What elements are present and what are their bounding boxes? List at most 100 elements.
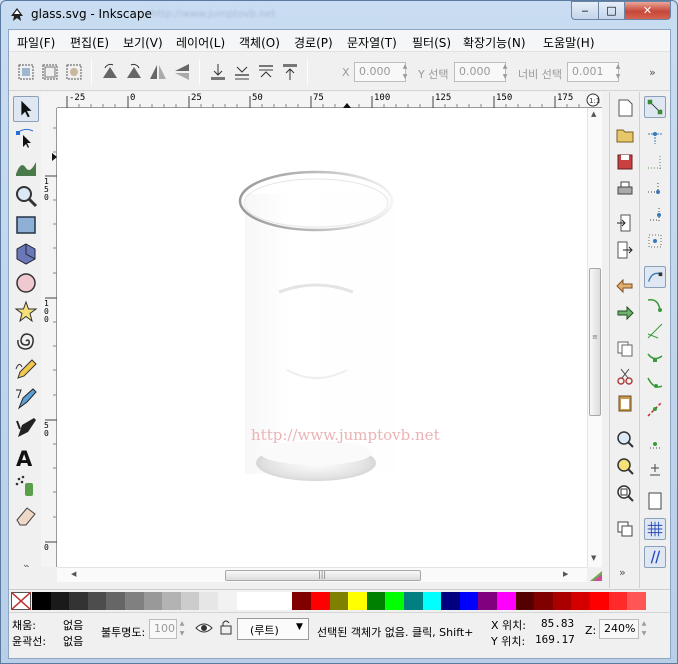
spiral-tool-icon[interactable]	[13, 328, 39, 354]
import-icon[interactable]	[615, 213, 635, 233]
selector-tool-icon[interactable]	[13, 96, 39, 122]
opacity-input[interactable]: 100	[149, 619, 177, 639]
color-swatch[interactable]	[218, 592, 237, 610]
rectangle-tool-icon[interactable]	[13, 212, 39, 238]
x-field-input[interactable]: 0.000	[354, 62, 406, 82]
menu-path[interactable]: 경로(P)	[294, 34, 333, 51]
color-swatch[interactable]	[385, 592, 405, 610]
save-icon[interactable]	[615, 152, 635, 172]
ellipse-tool-icon[interactable]	[13, 270, 39, 296]
deselect-icon[interactable]	[63, 61, 85, 83]
redo-icon[interactable]	[615, 303, 635, 323]
y-field-input[interactable]: 0.000	[454, 62, 506, 82]
undo-icon[interactable]	[615, 276, 635, 296]
width-spin-arrows[interactable]: ▲ ▼	[613, 62, 623, 82]
cut-icon[interactable]	[615, 366, 635, 386]
flip-vertical-icon[interactable]	[171, 61, 193, 83]
color-swatch[interactable]	[69, 592, 89, 610]
color-swatch[interactable]	[292, 592, 312, 610]
color-swatch[interactable]	[50, 592, 70, 610]
color-swatch[interactable]	[143, 592, 163, 610]
raise-to-top-icon[interactable]	[279, 61, 301, 83]
snap-midpoints-icon[interactable]	[644, 398, 666, 420]
color-swatch[interactable]	[478, 592, 498, 610]
eraser-tool-icon[interactable]	[13, 502, 39, 528]
no-paint-swatch-icon[interactable]	[11, 592, 31, 610]
scroll-up-arrow-icon[interactable]: ▲	[591, 110, 596, 118]
select-all-icon[interactable]	[15, 61, 37, 83]
color-swatch[interactable]	[273, 592, 293, 610]
close-button[interactable]: ✕	[624, 1, 671, 20]
snap-cusp-nodes-icon[interactable]	[644, 346, 666, 368]
pen-tool-icon[interactable]	[13, 386, 39, 412]
snap-bbox-center-icon[interactable]	[644, 230, 666, 252]
print-icon[interactable]	[615, 179, 635, 199]
spray-tool-icon[interactable]	[13, 473, 39, 499]
color-swatch[interactable]	[125, 592, 144, 610]
snap-nodes-icon[interactable]	[644, 266, 666, 288]
snap-rotation-center-icon[interactable]	[644, 458, 666, 480]
snap-bbox-corner-icon[interactable]	[644, 178, 666, 200]
snap-grids-icon[interactable]	[644, 518, 666, 540]
x-spin-arrows[interactable]: ▲ ▼	[400, 62, 410, 82]
color-swatch[interactable]	[106, 592, 126, 610]
export-icon[interactable]	[615, 240, 635, 260]
color-swatch[interactable]	[311, 592, 330, 610]
new-document-icon[interactable]	[615, 98, 635, 118]
snap-bbox-icon[interactable]	[644, 126, 666, 148]
horizontal-scroll-thumb[interactable]: |||	[225, 570, 421, 581]
title-bar[interactable]: glass.svg - Inkscape http://www.jumptovb…	[1, 1, 677, 29]
color-swatch[interactable]	[404, 592, 423, 610]
rotate-ccw-icon[interactable]	[99, 61, 121, 83]
snap-paths-icon[interactable]	[644, 294, 666, 316]
color-swatch[interactable]	[552, 592, 572, 610]
open-folder-icon[interactable]	[615, 125, 635, 145]
horizontal-scrollbar[interactable]: ◀ ||| ▶	[57, 567, 587, 582]
snap-intersections-icon[interactable]	[644, 320, 666, 342]
zoom-drawing-icon[interactable]	[615, 456, 635, 476]
menu-view[interactable]: 보기(V)	[123, 34, 163, 51]
color-swatch[interactable]	[515, 592, 535, 610]
color-swatch[interactable]	[87, 592, 107, 610]
maximize-button[interactable]: □	[598, 1, 625, 20]
color-swatch[interactable]	[255, 592, 275, 610]
toolbar-overflow-button[interactable]: »	[649, 66, 656, 79]
color-swatch[interactable]	[534, 592, 554, 610]
color-swatch[interactable]	[348, 592, 368, 610]
color-swatch[interactable]	[441, 592, 461, 610]
fill-value[interactable]: 없음	[63, 617, 83, 633]
menu-layer[interactable]: 레이어(L)	[176, 34, 225, 51]
snap-object-center-icon[interactable]	[644, 432, 666, 454]
raise-icon[interactable]	[255, 61, 277, 83]
color-swatch[interactable]	[422, 592, 442, 610]
snap-bbox-edge-icon[interactable]	[644, 152, 666, 174]
vertical-scrollbar[interactable]: ▲ ≡ ▼	[587, 108, 602, 567]
select-all-layers-icon[interactable]	[39, 61, 61, 83]
menu-object[interactable]: 객체(O)	[239, 34, 280, 51]
pencil-tool-icon[interactable]	[13, 357, 39, 383]
tweak-tool-icon[interactable]	[13, 154, 39, 180]
snap-bbox-midpoint-icon[interactable]	[644, 204, 666, 226]
zoom-spin-arrows[interactable]: ▲ ▼	[639, 619, 649, 639]
snap-toggle-icon[interactable]	[644, 96, 666, 118]
zoom-tool-icon[interactable]	[13, 183, 39, 209]
node-tool-icon[interactable]	[13, 125, 39, 151]
menu-filters[interactable]: 필터(S)	[412, 34, 451, 51]
vertical-scroll-thumb[interactable]: ≡	[589, 268, 601, 416]
color-swatch[interactable]	[180, 592, 200, 610]
paste-icon[interactable]	[615, 393, 635, 413]
lower-icon[interactable]	[231, 61, 253, 83]
layer-dropdown[interactable]: (루트) ▼	[237, 618, 309, 640]
visibility-eye-icon[interactable]	[195, 621, 213, 635]
lock-icon[interactable]	[219, 619, 233, 635]
color-swatch[interactable]	[571, 592, 591, 610]
zoom-input[interactable]: 240%	[599, 619, 639, 639]
scroll-left-arrow-icon[interactable]: ◀	[71, 570, 76, 578]
text-tool-icon[interactable]: A	[13, 444, 39, 470]
minimize-button[interactable]: ‒	[571, 1, 599, 20]
drawing-canvas[interactable]: http://www.jumptovb.net	[57, 108, 587, 567]
color-swatch[interactable]	[162, 592, 182, 610]
snap-page-border-icon[interactable]	[644, 490, 666, 512]
copy-icon[interactable]	[615, 339, 635, 359]
color-swatch[interactable]	[459, 592, 479, 610]
